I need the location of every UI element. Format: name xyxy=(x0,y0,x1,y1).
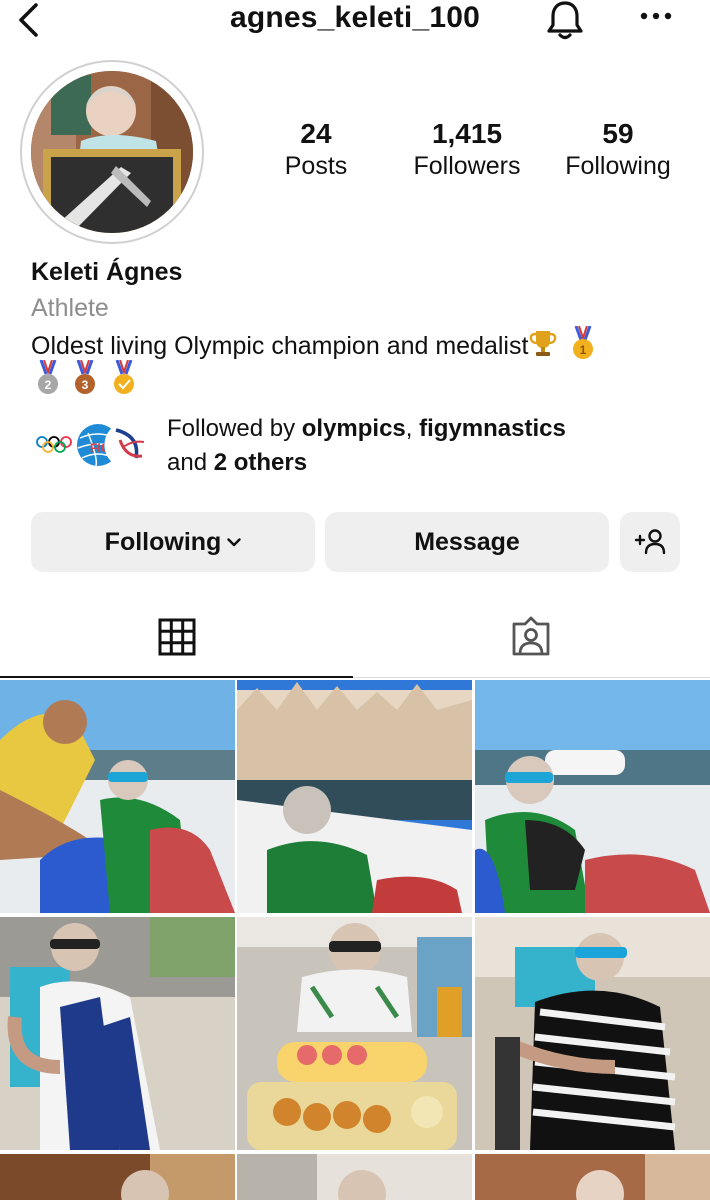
followed-by-user-olympics[interactable]: olympics xyxy=(302,415,406,442)
profile-bio: Oldest living Olympic champion and medal… xyxy=(31,326,691,363)
active-tab-indicator xyxy=(0,676,353,678)
following-count-value: 59 xyxy=(602,118,634,149)
add-person-icon xyxy=(634,529,666,555)
posts-count-value: 24 xyxy=(300,118,332,149)
followed-by-prefix: Followed by xyxy=(167,415,302,442)
tab-posts-grid[interactable] xyxy=(0,600,353,678)
bell-icon xyxy=(547,1,583,40)
post-thumbnail[interactable] xyxy=(0,917,235,1150)
svg-text:3: 3 xyxy=(82,378,89,392)
post-thumbnail[interactable] xyxy=(237,680,472,913)
post-thumbnail[interactable] xyxy=(237,1154,472,1200)
chevron-down-icon xyxy=(227,538,242,547)
following-button[interactable]: Following xyxy=(31,512,315,572)
profile-category: Athlete xyxy=(31,294,109,322)
profile-username: agnes_keleti_100 xyxy=(229,1,481,34)
post-thumbnail[interactable] xyxy=(475,680,710,913)
notifications-button[interactable] xyxy=(544,0,586,40)
followed-by-separator: , xyxy=(405,415,420,442)
tab-divider xyxy=(353,677,710,678)
bio-emoji-row: 2 3 xyxy=(31,360,151,396)
olympics-avatar xyxy=(36,436,72,453)
bio-text: Oldest living Olympic champion and medal… xyxy=(31,332,529,360)
svg-text:2: 2 xyxy=(45,378,52,392)
post-thumbnail[interactable] xyxy=(475,917,710,1150)
trophy-icon xyxy=(530,331,557,356)
post-thumbnail[interactable] xyxy=(475,1154,710,1200)
third-follower-avatar xyxy=(104,421,152,469)
gold-medal-icon xyxy=(114,360,134,394)
posts-grid xyxy=(0,680,710,1200)
following-count[interactable]: 59 Following xyxy=(543,118,693,182)
post-thumbnail[interactable] xyxy=(237,917,472,1150)
post-thumbnail[interactable] xyxy=(0,680,235,913)
followed-by-others[interactable]: 2 others xyxy=(214,449,307,476)
message-button[interactable]: Message xyxy=(325,512,609,572)
post-thumbnail[interactable] xyxy=(0,1154,235,1200)
gold-medal-1-icon: 1 xyxy=(573,326,594,359)
avatar[interactable] xyxy=(31,71,193,233)
grid-icon xyxy=(158,618,196,656)
back-button[interactable] xyxy=(14,2,48,38)
tab-tagged[interactable] xyxy=(355,600,710,678)
following-count-label: Following xyxy=(565,152,671,180)
followers-count-label: Followers xyxy=(413,152,521,180)
more-options-button[interactable] xyxy=(636,6,678,26)
followers-count[interactable]: 1,415 Followers xyxy=(392,118,542,182)
followers-count-value: 1,415 xyxy=(431,118,503,149)
tagged-person-icon xyxy=(512,616,550,656)
followed-by-text[interactable]: Followed by olympics, figymnastics and 2… xyxy=(167,412,687,480)
profile-name: Keleti Ágnes xyxy=(31,258,183,286)
message-button-label: Message xyxy=(414,528,520,556)
chevron-left-icon xyxy=(19,3,38,37)
posts-count-label: Posts xyxy=(284,152,348,180)
silver-medal-2-icon: 2 xyxy=(38,360,58,394)
more-horizontal-icon xyxy=(640,12,672,20)
followed-by-user-figymnastics[interactable]: figymnastics xyxy=(419,415,566,442)
posts-count[interactable]: 24 Posts xyxy=(241,118,391,182)
bronze-medal-3-icon: 3 xyxy=(75,360,95,394)
profile-tabs xyxy=(0,600,710,680)
followed-by-and: and xyxy=(167,449,214,476)
svg-text:1: 1 xyxy=(580,343,587,357)
add-person-button[interactable] xyxy=(620,512,680,572)
followed-by-avatars[interactable]: FIG xyxy=(36,418,152,474)
following-button-label: Following xyxy=(104,528,222,556)
